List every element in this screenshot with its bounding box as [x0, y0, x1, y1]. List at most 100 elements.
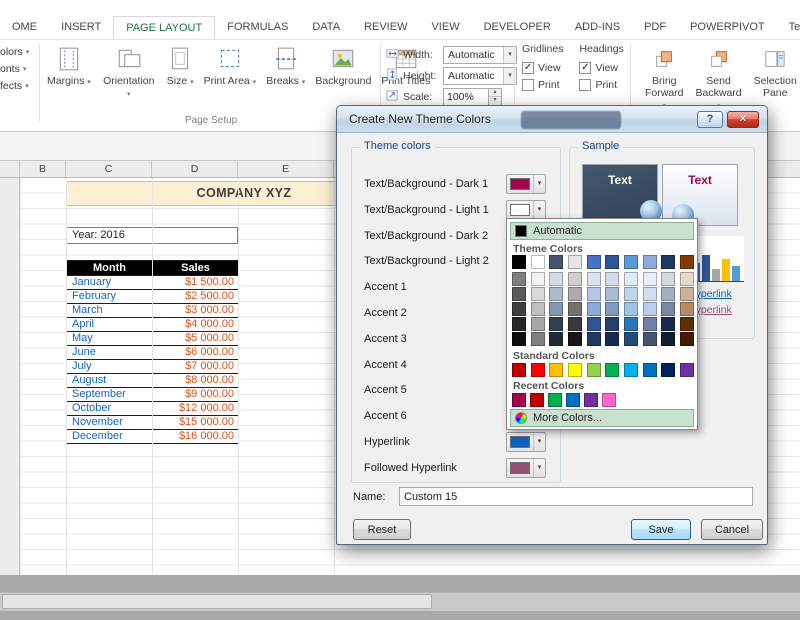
theme-color-swatch[interactable] — [587, 272, 601, 286]
reset-button[interactable]: Reset — [353, 519, 411, 540]
cancel-button[interactable]: Cancel — [701, 519, 763, 540]
theme-color-swatch[interactable] — [605, 317, 619, 331]
theme-color-swatch[interactable] — [531, 317, 545, 331]
text-background-dark-1-color-dropdown[interactable]: ▾ — [506, 174, 546, 194]
theme-color-swatch[interactable] — [512, 302, 526, 316]
sales-cell[interactable]: $15 000.00 — [153, 416, 239, 430]
standard-color-swatch[interactable] — [512, 363, 526, 377]
themes-cut-item-onts[interactable]: onts▾ — [0, 60, 40, 77]
sales-cell[interactable]: $2 500.00 — [153, 290, 239, 304]
theme-color-swatch[interactable] — [587, 332, 601, 346]
sales-cell[interactable]: $7 000.00 — [153, 360, 239, 374]
select-all-corner[interactable] — [0, 161, 20, 177]
month-cell[interactable]: October — [67, 402, 153, 416]
theme-color-swatch[interactable] — [680, 302, 694, 316]
theme-color-swatch[interactable] — [531, 255, 545, 269]
close-icon[interactable]: ✕ — [727, 111, 759, 128]
tab-developer[interactable]: DEVELOPER — [472, 16, 563, 39]
theme-color-swatch[interactable] — [568, 255, 582, 269]
sales-cell[interactable]: $16 000.00 — [153, 430, 239, 444]
theme-color-swatch[interactable] — [549, 272, 563, 286]
recent-color-swatch[interactable] — [584, 393, 598, 407]
theme-color-swatch[interactable] — [531, 302, 545, 316]
theme-color-swatch[interactable] — [605, 332, 619, 346]
month-cell[interactable]: May — [67, 332, 153, 346]
sales-cell[interactable]: $8 000.00 — [153, 374, 239, 388]
help-button[interactable]: ? — [697, 111, 723, 128]
sales-cell[interactable]: $9 000.00 — [153, 388, 239, 402]
tab-pdf[interactable]: PDF — [632, 16, 678, 39]
followed-hyperlink-color-dropdown[interactable]: ▾ — [506, 458, 546, 478]
theme-color-swatch[interactable] — [587, 255, 601, 269]
month-cell[interactable]: June — [67, 346, 153, 360]
tab-insert[interactable]: INSERT — [49, 16, 113, 39]
text-background-light-1-color-dropdown[interactable]: ▾ — [506, 200, 546, 220]
theme-color-swatch[interactable] — [624, 332, 638, 346]
theme-color-swatch[interactable] — [661, 287, 675, 301]
theme-color-swatch[interactable] — [643, 255, 657, 269]
sales-cell[interactable]: $1 500.00 — [153, 276, 239, 290]
standard-color-swatch[interactable] — [531, 363, 545, 377]
scrollbar-thumb[interactable] — [2, 594, 432, 609]
column-header-c[interactable]: C — [66, 161, 152, 177]
recent-color-swatch[interactable] — [548, 393, 562, 407]
theme-color-swatch[interactable] — [549, 255, 563, 269]
standard-color-swatch[interactable] — [605, 363, 619, 377]
theme-color-swatch[interactable] — [549, 332, 563, 346]
theme-color-swatch[interactable] — [643, 272, 657, 286]
recent-color-swatch[interactable] — [512, 393, 526, 407]
standard-color-swatch[interactable] — [549, 363, 563, 377]
month-cell[interactable]: November — [67, 416, 153, 430]
standard-color-swatch[interactable] — [680, 363, 694, 377]
theme-color-swatch[interactable] — [624, 272, 638, 286]
theme-color-swatch[interactable] — [587, 302, 601, 316]
tab-ome[interactable]: OME — [0, 16, 49, 39]
theme-color-swatch[interactable] — [680, 255, 694, 269]
checkbox-headings-view[interactable]: ✓ — [579, 62, 591, 74]
theme-color-swatch[interactable] — [643, 302, 657, 316]
theme-color-swatch[interactable] — [512, 272, 526, 286]
theme-color-swatch[interactable] — [661, 272, 675, 286]
column-header-e[interactable]: E — [238, 161, 334, 177]
month-cell[interactable]: January — [67, 276, 153, 290]
width-combo[interactable]: Automatic▾ — [443, 46, 517, 64]
checkbox-gridlines-view[interactable]: ✓ — [522, 62, 534, 74]
theme-color-swatch[interactable] — [624, 302, 638, 316]
hyperlink-color-dropdown[interactable]: ▾ — [506, 432, 546, 452]
theme-color-swatch[interactable] — [643, 287, 657, 301]
sales-cell[interactable]: $4 000.00 — [153, 318, 239, 332]
scale-spinner[interactable]: 100%▴▾ — [443, 88, 502, 106]
tab-review[interactable]: REVIEW — [352, 16, 419, 39]
theme-color-swatch[interactable] — [512, 317, 526, 331]
column-header-d[interactable]: D — [152, 161, 238, 177]
theme-color-swatch[interactable] — [512, 332, 526, 346]
checkbox-headings-print[interactable] — [579, 79, 591, 91]
themes-cut-item-olors[interactable]: olors▾ — [0, 43, 40, 60]
theme-color-swatch[interactable] — [549, 317, 563, 331]
sales-cell[interactable]: $5 000.00 — [153, 332, 239, 346]
theme-color-swatch[interactable] — [624, 287, 638, 301]
theme-color-swatch[interactable] — [643, 317, 657, 331]
standard-color-swatch[interactable] — [568, 363, 582, 377]
theme-color-swatch[interactable] — [624, 255, 638, 269]
theme-color-swatch[interactable] — [531, 332, 545, 346]
month-cell[interactable]: March — [67, 304, 153, 318]
standard-color-swatch[interactable] — [587, 363, 601, 377]
standard-color-swatch[interactable] — [624, 363, 638, 377]
theme-color-swatch[interactable] — [587, 317, 601, 331]
month-cell[interactable]: December — [67, 430, 153, 444]
theme-color-swatch[interactable] — [587, 287, 601, 301]
recent-color-swatch[interactable] — [566, 393, 580, 407]
theme-color-swatch[interactable] — [661, 302, 675, 316]
tab-data[interactable]: DATA — [300, 16, 352, 39]
theme-color-swatch[interactable] — [661, 317, 675, 331]
theme-color-swatch[interactable] — [624, 317, 638, 331]
standard-color-swatch[interactable] — [643, 363, 657, 377]
tab-powerpivot[interactable]: POWERPIVOT — [678, 16, 777, 39]
sales-cell[interactable]: $6 000.00 — [153, 346, 239, 360]
theme-color-swatch[interactable] — [531, 287, 545, 301]
month-cell[interactable]: April — [67, 318, 153, 332]
theme-color-swatch[interactable] — [661, 255, 675, 269]
month-cell[interactable]: February — [67, 290, 153, 304]
theme-color-swatch[interactable] — [680, 287, 694, 301]
